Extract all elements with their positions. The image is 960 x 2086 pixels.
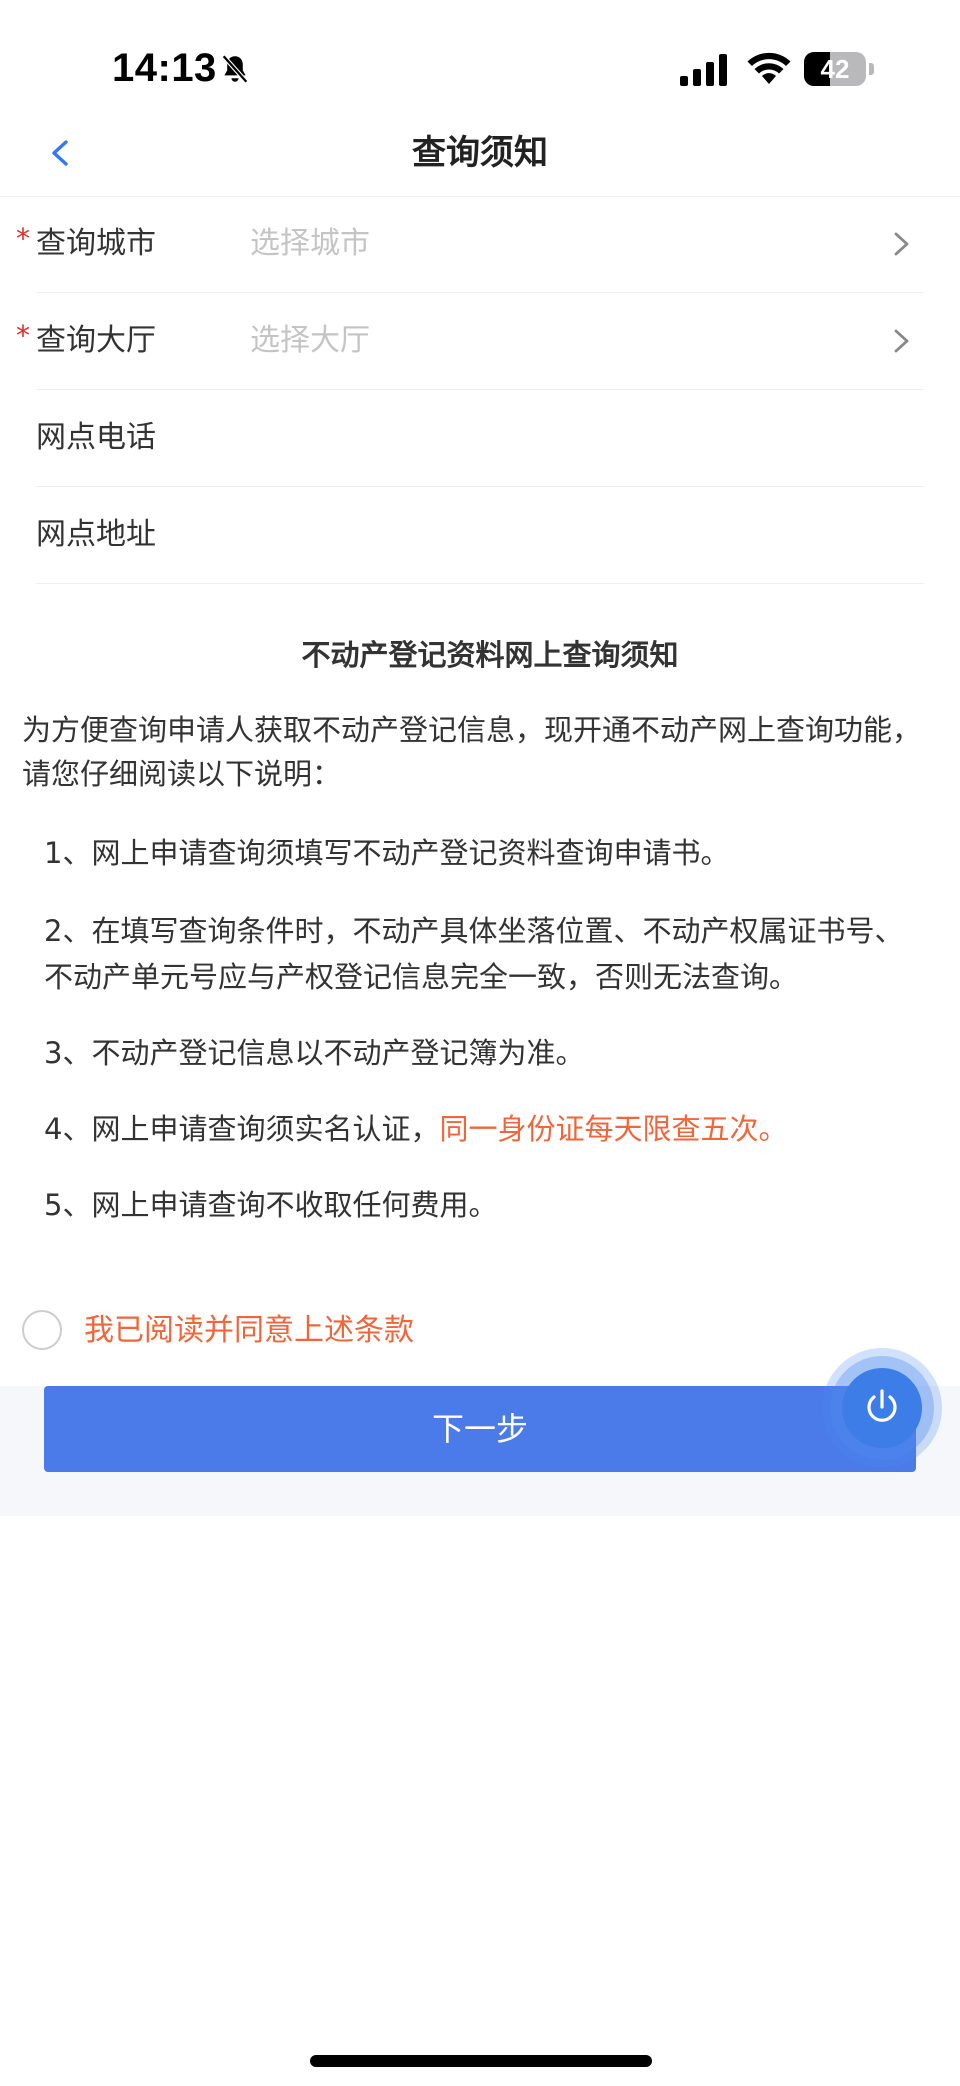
- status-time: 14:13: [112, 46, 217, 90]
- signal-icon: [680, 54, 727, 86]
- notice-item-4-text: 4、网上申请查询须实名认证，: [44, 1112, 440, 1146]
- city-select[interactable]: 选择城市: [250, 196, 810, 292]
- notice-item-2: 2、在填写查询条件时，不动产具体坐落位置、不动产权属证书号、不动产单元号应与产权…: [44, 914, 904, 994]
- notice-item-1: 1、网上申请查询须填写不动产登记资料查询申请书。: [44, 836, 730, 870]
- floating-power-button[interactable]: [842, 1368, 922, 1448]
- required-mark: *: [16, 319, 30, 352]
- address-label: 网点地址: [36, 517, 156, 552]
- agreement-label[interactable]: 我已阅读并同意上述条款: [84, 1308, 414, 1354]
- bell-slash-icon: [221, 54, 249, 84]
- notice-item-5: 5、网上申请查询不收取任何费用。: [44, 1188, 498, 1222]
- chevron-left-icon[interactable]: [36, 128, 86, 178]
- battery-icon: 42: [804, 52, 876, 86]
- phone-row: 网点电话: [36, 390, 924, 487]
- hall-select-row[interactable]: * 查询大厅 选择大厅: [16, 293, 924, 390]
- required-mark: *: [16, 222, 30, 255]
- next-button[interactable]: 下一步: [44, 1386, 916, 1472]
- wifi-icon: [747, 52, 791, 84]
- agreement-checkbox[interactable]: 我已阅读并同意上述条款: [22, 1308, 622, 1356]
- chevron-right-icon: [894, 232, 909, 256]
- notice-item-4-highlight: 同一身份证每天限查五次。: [439, 1112, 788, 1146]
- nav-bar: 查询须知: [0, 110, 960, 197]
- notice-item-3: 3、不动产登记信息以不动产登记簿为准。: [44, 1036, 585, 1070]
- battery-tip: [869, 63, 874, 75]
- agreement-radio[interactable]: [22, 1310, 62, 1350]
- phone-value: [250, 390, 810, 486]
- power-icon: [867, 1389, 897, 1422]
- hall-select[interactable]: 选择大厅: [250, 293, 810, 389]
- notice-item-4: 4、网上申请查询须实名认证，同一身份证每天限查五次。: [44, 1106, 924, 1152]
- address-value: [250, 487, 810, 583]
- floating-button-halo: [822, 1348, 942, 1468]
- hall-label: 查询大厅: [36, 323, 156, 358]
- city-select-row[interactable]: * 查询城市 选择城市: [16, 196, 924, 293]
- battery-body: 42: [804, 52, 866, 86]
- chevron-right-icon: [894, 329, 909, 353]
- phone-label: 网点电话: [36, 420, 156, 455]
- city-label: 查询城市: [36, 226, 156, 261]
- query-form: * 查询城市 选择城市 * 查询大厅 选择大厅 网点电话 网点地址: [0, 196, 960, 584]
- notice-title: 不动产登记资料网上查询须知: [301, 638, 679, 672]
- battery-level: 42: [820, 54, 850, 84]
- notice-intro: 为方便查询申请人获取不动产登记信息，现开通不动产网上查询功能，请您仔细阅读以下说…: [22, 713, 922, 791]
- home-indicator: [310, 2055, 652, 2067]
- address-row: 网点地址: [36, 487, 924, 584]
- page-title: 查询须知: [412, 133, 548, 173]
- action-area: 下一步: [0, 1386, 960, 1516]
